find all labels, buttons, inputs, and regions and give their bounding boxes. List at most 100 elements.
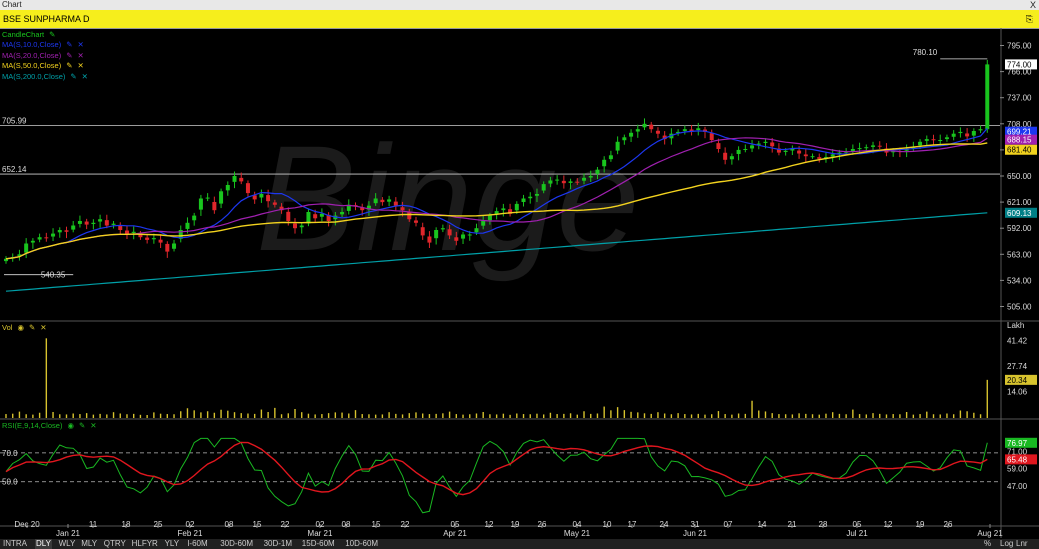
x-tick-label: 21 [788,520,797,529]
x-tick-label: Aug 21 [977,529,1003,538]
close-icon[interactable]: ✕ [40,323,46,332]
legend-vol[interactable]: Vol ◉ ✎ ✕ [2,323,47,332]
x-tick-label: 12 [485,520,494,529]
period-button-intra[interactable]: INTRA [2,539,28,549]
close-icon[interactable]: ✕ [77,61,83,70]
candle-body [568,181,573,183]
candle-body [555,179,560,181]
legend-ma10[interactable]: MA(S,10.0,Close) ✎ ✕ [2,40,84,49]
candle-body [440,228,445,230]
price-tick-label: 563.00 [1007,250,1032,259]
legend-ma20[interactable]: MA(S,20.0,Close) ✎ ✕ [2,51,84,60]
candle-body [514,203,519,211]
x-tick-label: Jul 21 [846,529,868,538]
candle-body [245,183,250,194]
high-label: 780.10 [913,48,938,57]
scale-button-0[interactable]: % [984,539,991,549]
pencil-icon[interactable]: ✎ [70,72,76,81]
pencil-icon[interactable]: ✎ [66,61,72,70]
candle-body [575,181,580,183]
candle-body [420,227,425,236]
price-tick-label: 795.00 [1007,42,1032,51]
x-tick-label: 19 [916,520,925,529]
period-button-30d-60m[interactable]: 30D-60M [219,539,254,549]
period-button-10d-60m[interactable]: 10D-60M [344,539,379,549]
close-icon[interactable]: ✕ [77,40,83,49]
x-tick-label: Feb 21 [178,529,203,538]
period-button-yly[interactable]: YLY [164,539,181,549]
rsi-left-tick: 50.0 [2,478,18,487]
candle-body [501,208,506,211]
pencil-icon[interactable]: ✎ [66,51,72,60]
period-button-15d-60m[interactable]: 15D-60M [301,539,336,549]
x-tick-label: Jan 21 [56,529,81,538]
candle-body [57,230,62,233]
candle-body [642,123,647,128]
period-button-dly[interactable]: DLY [35,539,52,549]
candle-body [850,149,855,152]
legend-rsi[interactable]: RSI(E,9,14,Close) ◉ ✎ ✕ [2,421,97,430]
candle-body [924,139,929,141]
candle-body [729,156,734,160]
price-badge-label: 681.40 [1007,146,1032,155]
eye-icon[interactable]: ◉ [17,323,24,332]
period-button-hlfyr[interactable]: HLFYR [131,539,159,549]
pencil-icon[interactable]: ✎ [29,323,35,332]
candle-body [447,229,452,236]
candle-body [373,198,378,204]
period-button-i-60m[interactable]: I-60M [186,539,208,549]
x-tick-label: 18 [122,520,131,529]
period-button-qtry[interactable]: QTRY [103,539,127,549]
candle-body [192,215,197,221]
chart-canvas[interactable]: Binge 795.00766.00737.00708.00679.00650.… [0,28,1039,539]
legend-ma10-label: MA(S,10.0,Close) [2,40,62,49]
candle-body [44,237,49,239]
hline-label: 705.99 [2,117,27,126]
x-tick-label: Dec 20 [14,520,40,529]
candle-body [965,133,970,137]
candle-body [124,230,129,234]
candle-body [158,239,163,243]
candle-body [864,147,869,149]
period-button-mly[interactable]: MLY [80,539,98,549]
candle-body [111,223,116,225]
eye-icon[interactable]: ◉ [67,421,74,430]
candle-body [104,220,109,226]
volume-badge-label: 20.34 [1007,376,1028,385]
close-icon[interactable]: ✕ [90,421,96,430]
legend-candle[interactable]: CandleChart ✎ [2,30,55,39]
close-icon[interactable]: ✕ [77,51,83,60]
legend-ma50[interactable]: MA(S,50.0,Close) ✎ ✕ [2,61,84,70]
low-label: 540.35 [41,271,66,280]
candle-body [151,238,156,240]
x-tick-label: Jun 21 [683,529,708,538]
price-badge-label: 688.15 [1007,136,1032,145]
candle-body [649,124,654,130]
pencil-icon[interactable]: ✎ [79,421,85,430]
legend-ma200[interactable]: MA(S,200.0,Close) ✎ ✕ [2,72,88,81]
volume-tick-label: 14.06 [1007,388,1028,397]
candle-body [400,207,405,211]
candle-body [918,141,923,146]
window-titlebar: Chart X [0,0,1039,10]
close-icon[interactable]: X [1030,0,1036,10]
chart-header: BSE SUNPHARMA D ⎘ [0,10,1039,29]
candle-body [266,195,271,202]
close-icon[interactable]: ✕ [82,72,88,81]
rsi-right-tick: 59.00 [1007,465,1028,474]
x-tick-label: 10 [603,520,612,529]
x-tick-label: Apr 21 [443,529,467,538]
candle-body [427,236,432,243]
candle-body [84,221,89,225]
scale-button-1[interactable]: Log [1000,539,1013,549]
pencil-icon[interactable]: ✎ [66,40,72,49]
candle-body [534,194,539,196]
candle-body [467,234,472,236]
scale-button-2[interactable]: Lnr [1016,539,1028,549]
detach-icon[interactable]: ⎘ [1026,10,1033,28]
period-button-wly[interactable]: WLY [58,539,77,549]
pencil-icon[interactable]: ✎ [49,30,55,39]
candle-body [810,156,815,158]
candle-body [131,231,136,233]
period-button-30d-1m[interactable]: 30D-1M [263,539,293,549]
